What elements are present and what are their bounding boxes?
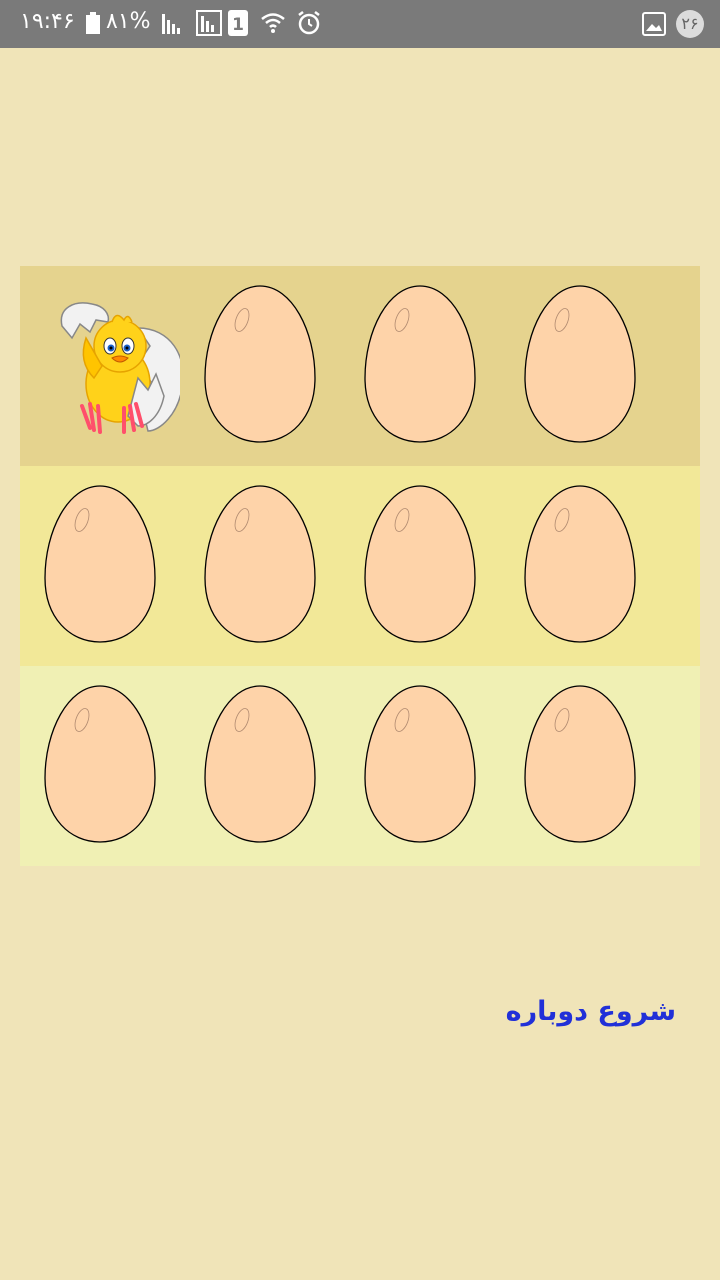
game-board bbox=[20, 266, 700, 866]
wifi-icon bbox=[261, 13, 285, 33]
egg-cell[interactable] bbox=[500, 666, 660, 866]
restart-button[interactable]: شروع دوباره bbox=[480, 990, 676, 1034]
egg-icon bbox=[204, 685, 316, 843]
egg-icon bbox=[364, 485, 476, 643]
egg-cell[interactable] bbox=[180, 666, 340, 866]
egg-cell[interactable] bbox=[340, 666, 500, 866]
notification-count-badge: ۲۶ bbox=[676, 10, 704, 38]
alarm-icon bbox=[298, 11, 320, 35]
egg-icon bbox=[204, 485, 316, 643]
egg-cell[interactable] bbox=[500, 466, 660, 666]
egg-cell[interactable] bbox=[340, 466, 500, 666]
clock: ۱۹:۴۶ bbox=[20, 9, 75, 34]
egg-icon bbox=[524, 485, 636, 643]
egg-cell[interactable] bbox=[340, 266, 500, 466]
board-row bbox=[20, 666, 700, 866]
egg-icon bbox=[44, 485, 156, 643]
egg-cell[interactable] bbox=[20, 466, 180, 666]
status-bar: ۱۹:۴۶ ۸۱% 1 ۲۶ bbox=[0, 0, 720, 48]
svg-text:1: 1 bbox=[232, 15, 244, 35]
egg-icon bbox=[364, 685, 476, 843]
sim-1-icon: 1 bbox=[228, 10, 248, 36]
gallery-icon bbox=[642, 12, 666, 36]
egg-icon bbox=[204, 285, 316, 443]
signal-icon bbox=[196, 10, 222, 36]
battery-icon bbox=[86, 12, 100, 34]
egg-icon bbox=[44, 685, 156, 843]
egg-icon bbox=[524, 285, 636, 443]
egg-icon bbox=[364, 285, 476, 443]
egg-cell[interactable] bbox=[20, 666, 180, 866]
egg-cell[interactable] bbox=[180, 466, 340, 666]
chick-cell[interactable] bbox=[20, 266, 180, 466]
board-row bbox=[20, 266, 700, 466]
hatched-chick-icon bbox=[60, 302, 180, 434]
egg-cell[interactable] bbox=[500, 266, 660, 466]
board-row bbox=[20, 466, 700, 666]
signal-icon bbox=[162, 14, 180, 34]
egg-cell[interactable] bbox=[180, 266, 340, 466]
egg-icon bbox=[524, 685, 636, 843]
battery-level: ۸۱% bbox=[106, 9, 151, 34]
